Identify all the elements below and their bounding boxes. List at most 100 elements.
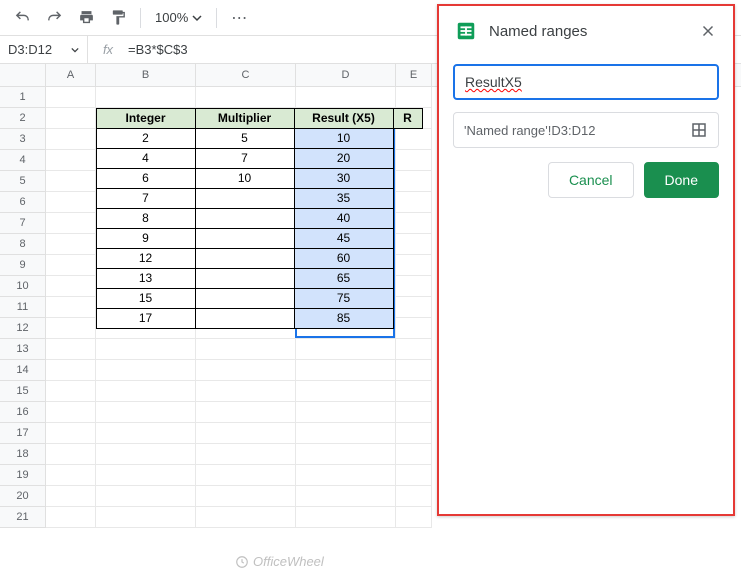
table-cell[interactable]: 6 xyxy=(96,168,196,189)
cell[interactable] xyxy=(46,318,96,339)
table-cell[interactable]: 7 xyxy=(96,188,196,209)
table-cell[interactable]: 15 xyxy=(96,288,196,309)
table-cell[interactable]: 7 xyxy=(195,148,295,169)
col-header-C[interactable]: C xyxy=(196,64,296,86)
cell[interactable] xyxy=(46,402,96,423)
close-icon[interactable] xyxy=(699,22,717,40)
cell[interactable] xyxy=(46,192,96,213)
cell[interactable] xyxy=(396,423,432,444)
cell[interactable] xyxy=(396,87,432,108)
table-cell[interactable] xyxy=(195,268,295,289)
row-header-6[interactable]: 6 xyxy=(0,192,45,213)
table-cell[interactable]: 10 xyxy=(195,168,295,189)
cell[interactable] xyxy=(296,339,396,360)
cancel-button[interactable]: Cancel xyxy=(548,162,634,198)
table-header[interactable]: Integer xyxy=(96,108,196,129)
cell[interactable] xyxy=(96,360,196,381)
more-icon[interactable]: ⋯ xyxy=(225,8,254,28)
cell[interactable] xyxy=(196,486,296,507)
row-header-5[interactable]: 5 xyxy=(0,171,45,192)
table-cell[interactable]: 40 xyxy=(294,208,394,229)
cell[interactable] xyxy=(396,360,432,381)
cell[interactable] xyxy=(96,423,196,444)
cell[interactable] xyxy=(196,339,296,360)
row-header-9[interactable]: 9 xyxy=(0,255,45,276)
table-cell[interactable]: 75 xyxy=(294,288,394,309)
cell[interactable] xyxy=(46,129,96,150)
table-header[interactable]: Multiplier xyxy=(195,108,295,129)
table-cell[interactable]: 17 xyxy=(96,308,196,329)
cell[interactable] xyxy=(46,276,96,297)
table-cell[interactable]: 9 xyxy=(96,228,196,249)
cell[interactable] xyxy=(96,444,196,465)
cell[interactable] xyxy=(296,423,396,444)
cell[interactable] xyxy=(196,87,296,108)
cell[interactable] xyxy=(296,87,396,108)
table-cell[interactable] xyxy=(195,228,295,249)
table-cell[interactable]: 65 xyxy=(294,268,394,289)
done-button[interactable]: Done xyxy=(644,162,719,198)
cell[interactable] xyxy=(46,297,96,318)
cell[interactable] xyxy=(46,255,96,276)
table-cell[interactable]: 30 xyxy=(294,168,394,189)
row-header-20[interactable]: 20 xyxy=(0,486,45,507)
cell[interactable] xyxy=(96,486,196,507)
row-header-19[interactable]: 19 xyxy=(0,465,45,486)
table-header-partial[interactable]: R xyxy=(393,108,423,129)
undo-icon[interactable] xyxy=(8,4,36,32)
table-cell[interactable]: 5 xyxy=(195,128,295,149)
cell[interactable] xyxy=(96,339,196,360)
cell[interactable] xyxy=(46,108,96,129)
row-header-11[interactable]: 11 xyxy=(0,297,45,318)
cell[interactable] xyxy=(396,381,432,402)
cell[interactable] xyxy=(296,360,396,381)
cell[interactable] xyxy=(46,486,96,507)
cell[interactable] xyxy=(46,423,96,444)
table-cell[interactable] xyxy=(195,288,295,309)
cell[interactable] xyxy=(46,87,96,108)
cell[interactable] xyxy=(196,465,296,486)
cell[interactable] xyxy=(46,171,96,192)
row-header-16[interactable]: 16 xyxy=(0,402,45,423)
paint-format-icon[interactable] xyxy=(104,4,132,32)
table-cell[interactable]: 60 xyxy=(294,248,394,269)
table-cell[interactable]: 4 xyxy=(96,148,196,169)
cell[interactable] xyxy=(96,402,196,423)
cell[interactable] xyxy=(46,213,96,234)
table-cell[interactable]: 85 xyxy=(294,308,394,329)
name-box[interactable]: D3:D12 xyxy=(0,36,88,63)
cell[interactable] xyxy=(196,402,296,423)
row-header-14[interactable]: 14 xyxy=(0,360,45,381)
table-cell[interactable]: 20 xyxy=(294,148,394,169)
cell[interactable] xyxy=(196,444,296,465)
cell[interactable] xyxy=(296,381,396,402)
cell[interactable] xyxy=(296,402,396,423)
cell[interactable] xyxy=(46,465,96,486)
table-cell[interactable]: 12 xyxy=(96,248,196,269)
table-cell[interactable] xyxy=(195,188,295,209)
range-reference-field[interactable]: 'Named range'!D3:D12 xyxy=(453,112,719,148)
col-header-D[interactable]: D xyxy=(296,64,396,86)
cell[interactable] xyxy=(46,444,96,465)
cell[interactable] xyxy=(196,360,296,381)
table-cell[interactable]: 45 xyxy=(294,228,394,249)
cell[interactable] xyxy=(396,465,432,486)
row-header-7[interactable]: 7 xyxy=(0,213,45,234)
row-header-15[interactable]: 15 xyxy=(0,381,45,402)
cell[interactable] xyxy=(46,339,96,360)
table-cell[interactable] xyxy=(195,248,295,269)
table-cell[interactable]: 2 xyxy=(96,128,196,149)
redo-icon[interactable] xyxy=(40,4,68,32)
cell[interactable] xyxy=(396,402,432,423)
cell[interactable] xyxy=(96,87,196,108)
table-cell[interactable] xyxy=(195,308,295,329)
cell[interactable] xyxy=(196,423,296,444)
cell[interactable] xyxy=(296,486,396,507)
row-header-1[interactable]: 1 xyxy=(0,87,45,108)
row-header-17[interactable]: 17 xyxy=(0,423,45,444)
cell[interactable] xyxy=(396,486,432,507)
cell[interactable] xyxy=(46,150,96,171)
row-header-8[interactable]: 8 xyxy=(0,234,45,255)
row-header-12[interactable]: 12 xyxy=(0,318,45,339)
row-header-13[interactable]: 13 xyxy=(0,339,45,360)
